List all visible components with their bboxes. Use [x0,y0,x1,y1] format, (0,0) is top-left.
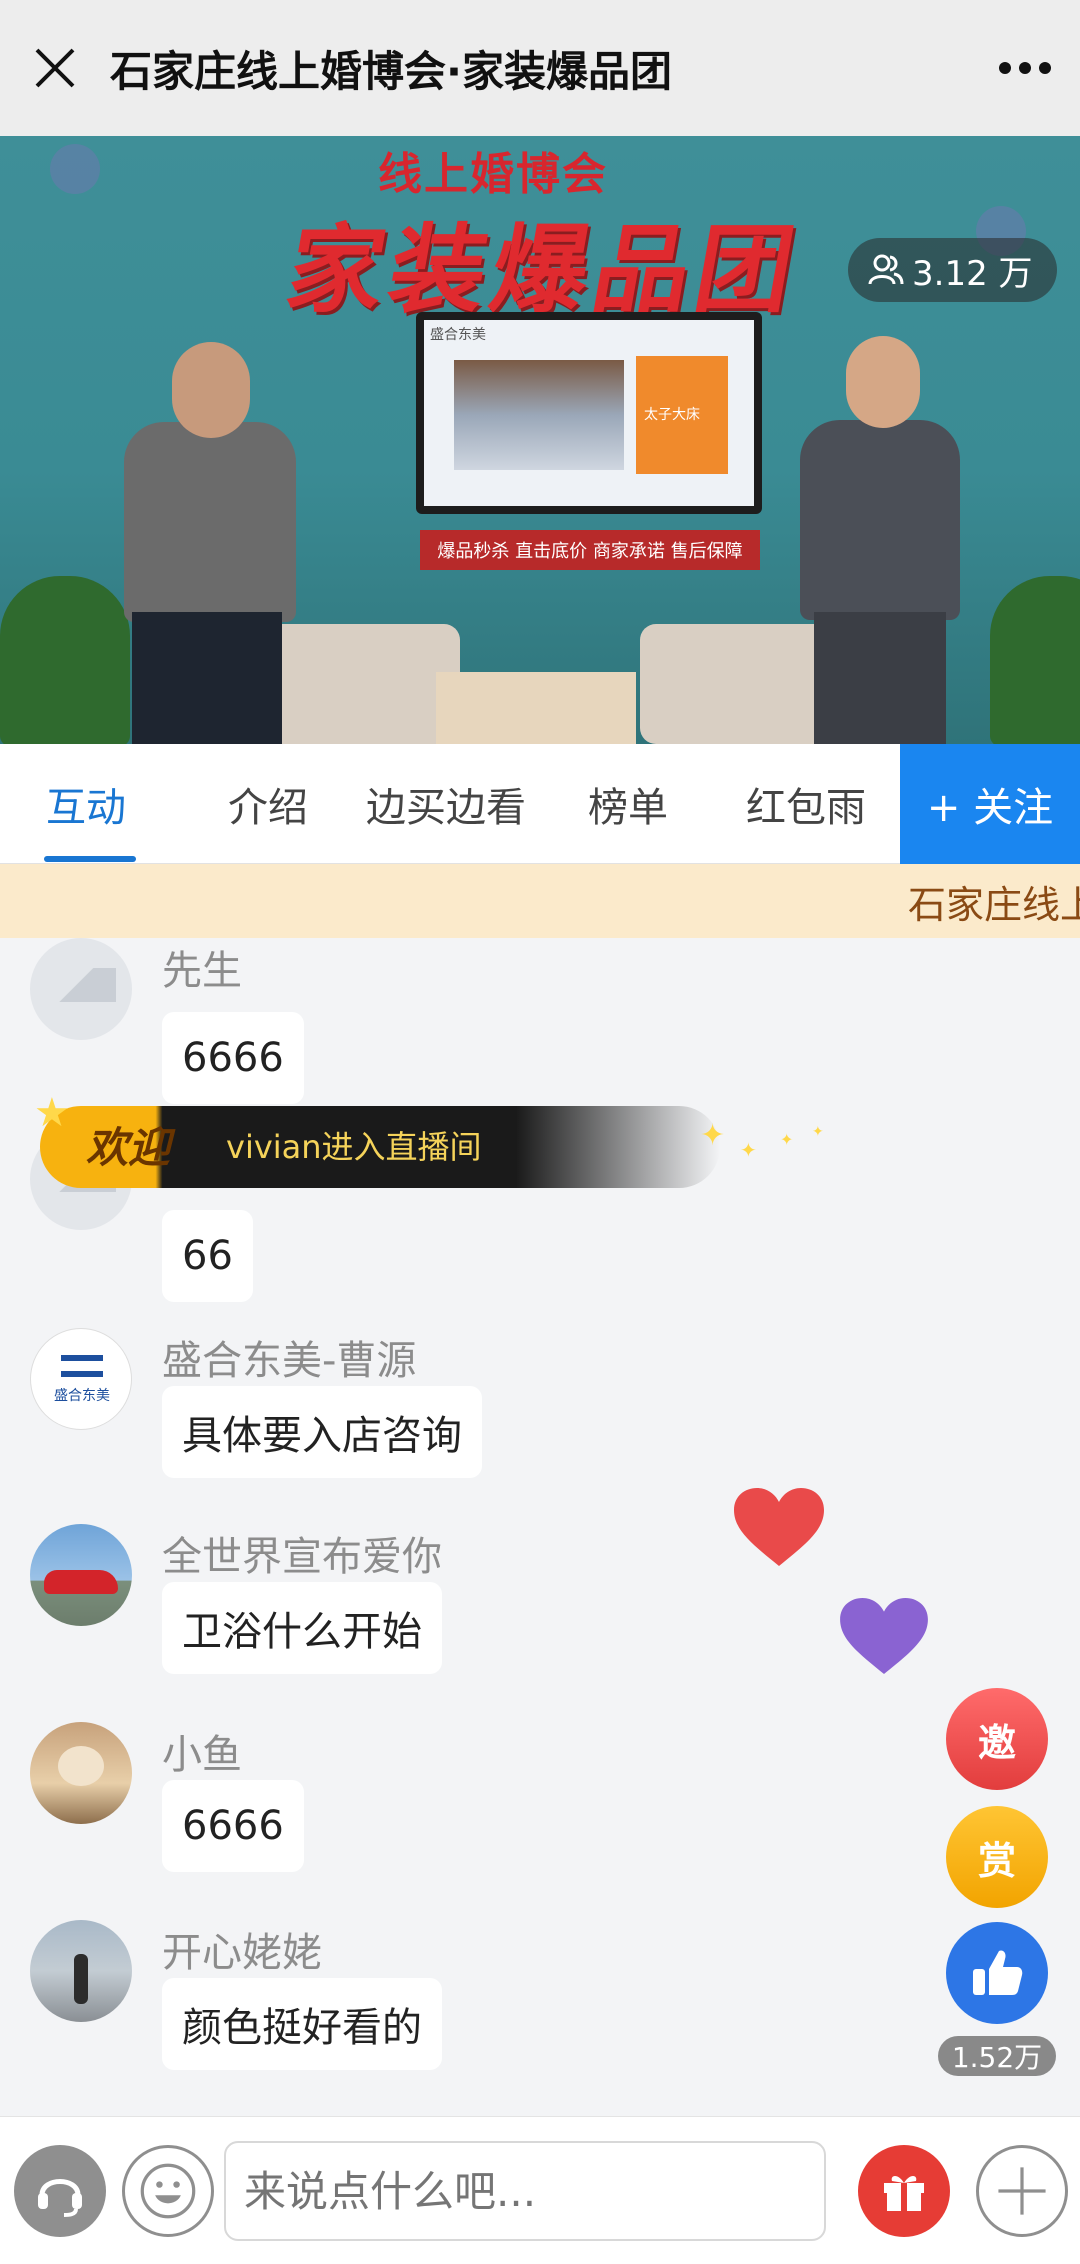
heart-icon [734,1488,824,1566]
customer-service-button[interactable] [14,2145,106,2237]
viewers-icon [868,254,904,285]
tv-title: 盛合东美 [430,327,486,343]
gift-icon [884,2176,924,2211]
plus-icon [998,2167,1046,2215]
page-title: 石家庄线上婚博会·家装爆品团 [110,46,672,96]
close-button[interactable] [0,0,110,136]
tab-buy-while-watching[interactable]: 边买边看 [366,744,526,864]
tab-ranking[interactable]: 榜单 [588,744,668,864]
avatar[interactable]: 盛合东美 [30,1328,132,1430]
tab-red-packet-rain[interactable]: 红包雨 [746,744,866,864]
close-icon [35,48,75,88]
more-button[interactable] [970,0,1080,136]
tab-intro[interactable]: 介绍 [228,744,308,864]
plant-right [990,576,1080,744]
chat-list[interactable]: 先生 6666 66 ★ 欢迎 vivian进入直播间 ✦ ✦ ✦ ✦ 盛合东美… [0,938,1080,2116]
more-icon [999,62,1051,74]
chat-username: 先生 [162,948,242,994]
coffee-table [436,672,636,744]
bottom-bar [0,2116,1080,2264]
tv-tag-box: 太子大床 [636,356,728,474]
chat-bubble: 6666 [162,1012,304,1104]
invite-label: 邀 [977,1720,1016,1765]
marquee-text: 石家庄线上婚博会 [908,883,1080,927]
more-actions-button[interactable] [976,2145,1068,2237]
chat-username: 盛合东美-曹源 [162,1338,417,1384]
plant-left [0,576,130,744]
slogan-strip: 爆品秒杀 直击底价 商家承诺 售后保障 [420,530,760,570]
avatar[interactable] [30,1920,132,2022]
chat-bubble: 6666 [162,1780,304,1872]
like-count: 1.52万 [938,2036,1056,2076]
viewer-count: 3.12 万 [912,253,1033,294]
reward-label: 赏 [977,1838,1016,1883]
active-tab-indicator [44,856,136,862]
logo-text: 盛合东美 [54,1388,110,1404]
avatar[interactable] [30,1722,132,1824]
thumbs-up-icon [973,1950,1023,1995]
host-left [124,342,296,744]
video-brand-big: 家装爆品团 [278,214,809,326]
gift-button[interactable] [858,2145,950,2237]
sparkle-icon: ✦ [700,1118,726,1153]
welcome-text: vivian进入直播间 [226,1128,482,1166]
chat-bubble: 66 [162,1210,253,1302]
live-video-player[interactable]: 线上婚博会 家装爆品团 盛合东美 太子大床 爆品秒杀 直击底价 商家承诺 售后保… [0,136,1080,744]
tv-bed-image [454,360,624,470]
invite-button[interactable]: 邀 [946,1688,1048,1790]
viewer-count-badge: 3.12 万 [848,238,1057,302]
tv-screen: 盛合东美 太子大床 [416,312,762,514]
avatar[interactable] [30,1524,132,1626]
chat-bubble: 具体要入店咨询 [162,1386,482,1478]
like-button[interactable] [946,1922,1048,2024]
sparkle-icon: ✦ [812,1124,824,1140]
logo-mark [61,1355,103,1377]
wall-decoration [50,144,100,194]
star-icon: ★ [34,1090,70,1136]
welcome-badge: 欢迎 [86,1123,171,1172]
chat-bubble: 卫浴什么开始 [162,1582,442,1674]
tv-tag: 太子大床 [644,407,700,423]
chat-input[interactable] [224,2141,826,2241]
tab-bar: 互动 介绍 边买边看 榜单 红包雨 + 关注 [0,744,1080,864]
sparkle-icon: ✦ [780,1130,794,1149]
follow-button[interactable]: + 关注 [900,744,1080,864]
tab-interaction[interactable]: 互动 [46,744,126,864]
chat-username: 全世界宣布爱你 [162,1534,442,1580]
welcome-banner: ★ 欢迎 vivian进入直播间 [34,1090,720,1188]
headset-icon [38,2179,82,2217]
heart-icon [840,1597,928,1675]
avatar[interactable] [30,938,132,1040]
emoji-icon [140,2163,196,2219]
reward-button[interactable]: 赏 [946,1806,1048,1908]
chat-username: 小鱼 [162,1732,242,1778]
top-bar: 石家庄线上婚博会·家装爆品团 [0,0,1080,136]
announcement-marquee: 石家庄线上婚博会 [0,864,1080,938]
chat-username: 开心姥姥 [162,1930,322,1976]
sparkle-icon: ✦ [740,1138,757,1162]
chat-bubble: 颜色挺好看的 [162,1978,442,2070]
emoji-button[interactable] [122,2145,214,2237]
host-right [800,336,960,744]
